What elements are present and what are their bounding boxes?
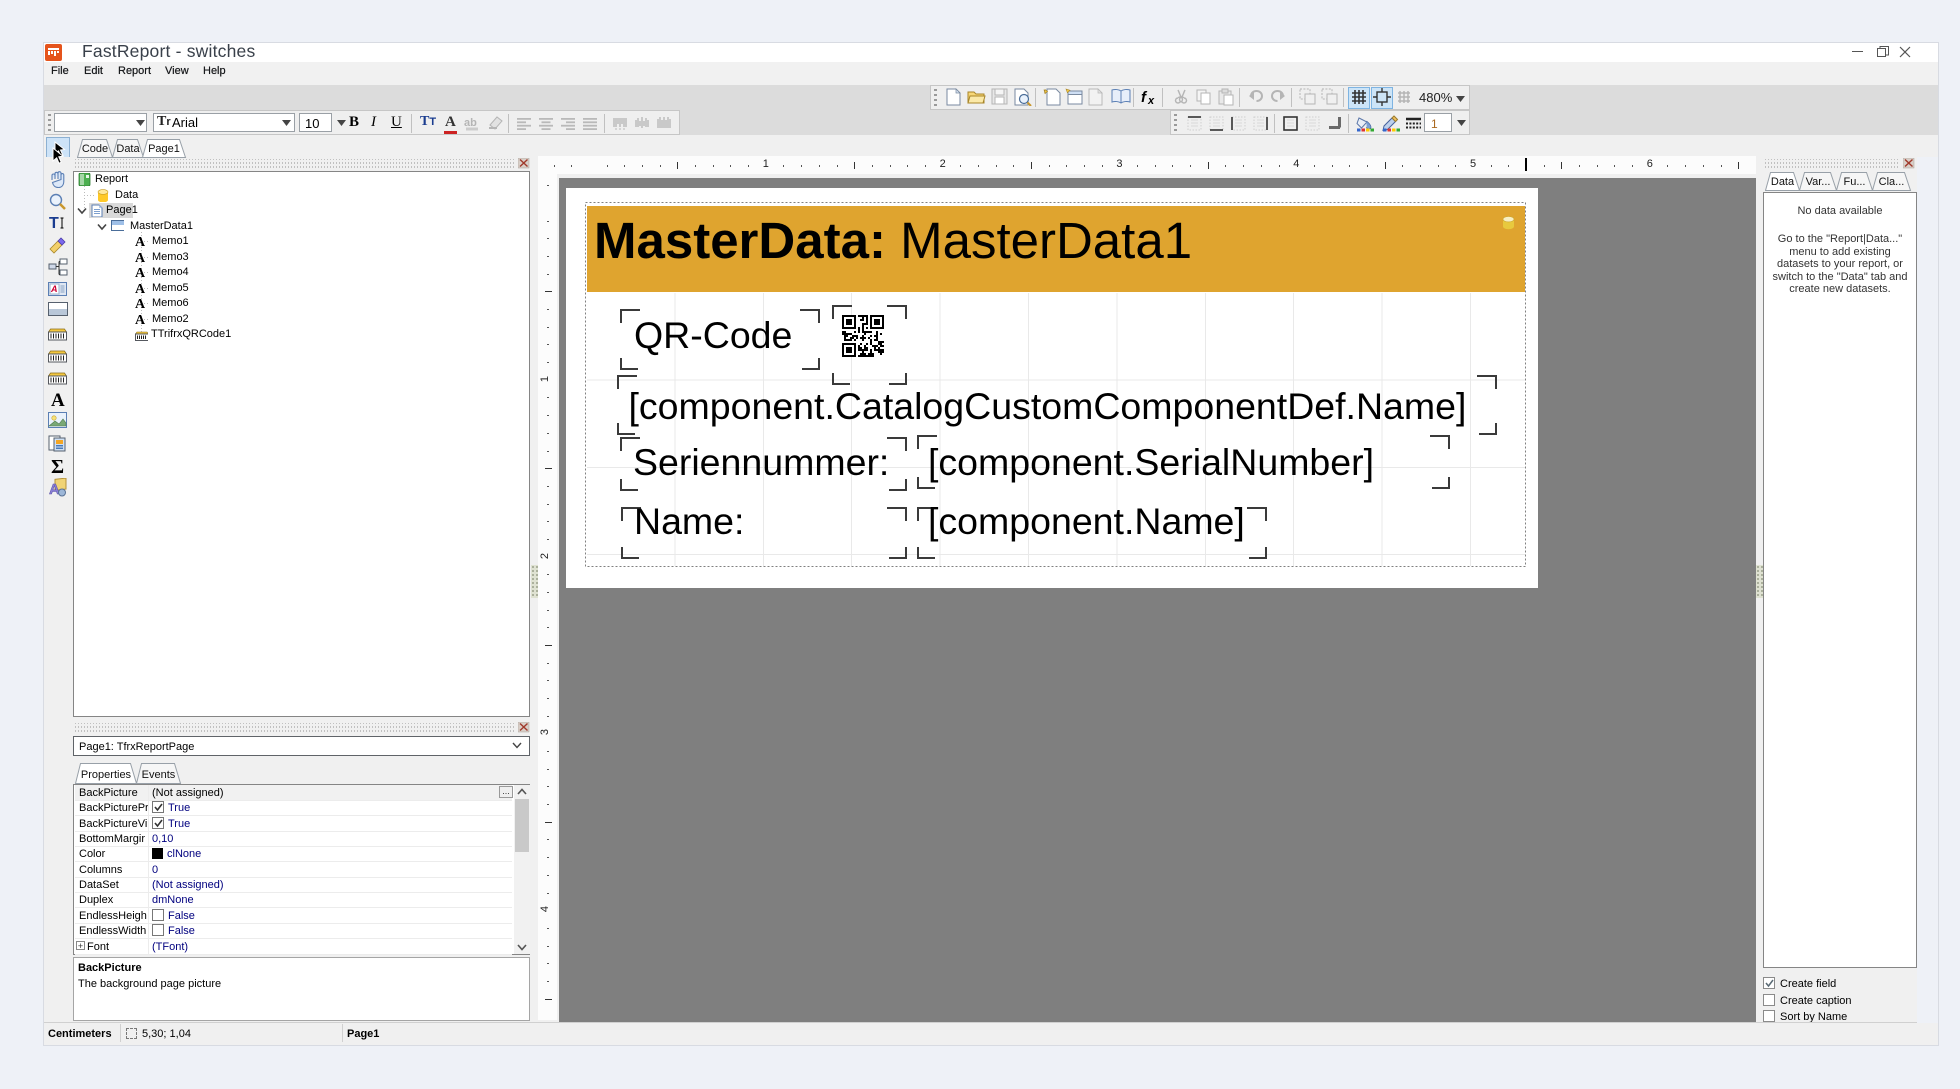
svg-text:Cla...: Cla... <box>1879 176 1905 188</box>
svg-text:f: f <box>1141 89 1148 106</box>
svg-text:ab: ab <box>464 117 477 129</box>
svg-text:A: A <box>50 284 58 294</box>
svg-text:Events: Events <box>142 769 176 781</box>
svg-text:x: x <box>1147 95 1155 106</box>
svg-text:Page1: Page1 <box>148 143 180 155</box>
svg-text:Data: Data <box>116 143 140 155</box>
svg-text:Properties: Properties <box>81 769 132 781</box>
svg-text:Code: Code <box>82 143 108 155</box>
svg-text:Var...: Var... <box>1806 176 1831 188</box>
svg-text:Fu...: Fu... <box>1843 176 1865 188</box>
svg-text:A: A <box>49 481 60 497</box>
svg-text:T: T <box>49 215 59 232</box>
svg-text:Data: Data <box>1771 176 1795 188</box>
